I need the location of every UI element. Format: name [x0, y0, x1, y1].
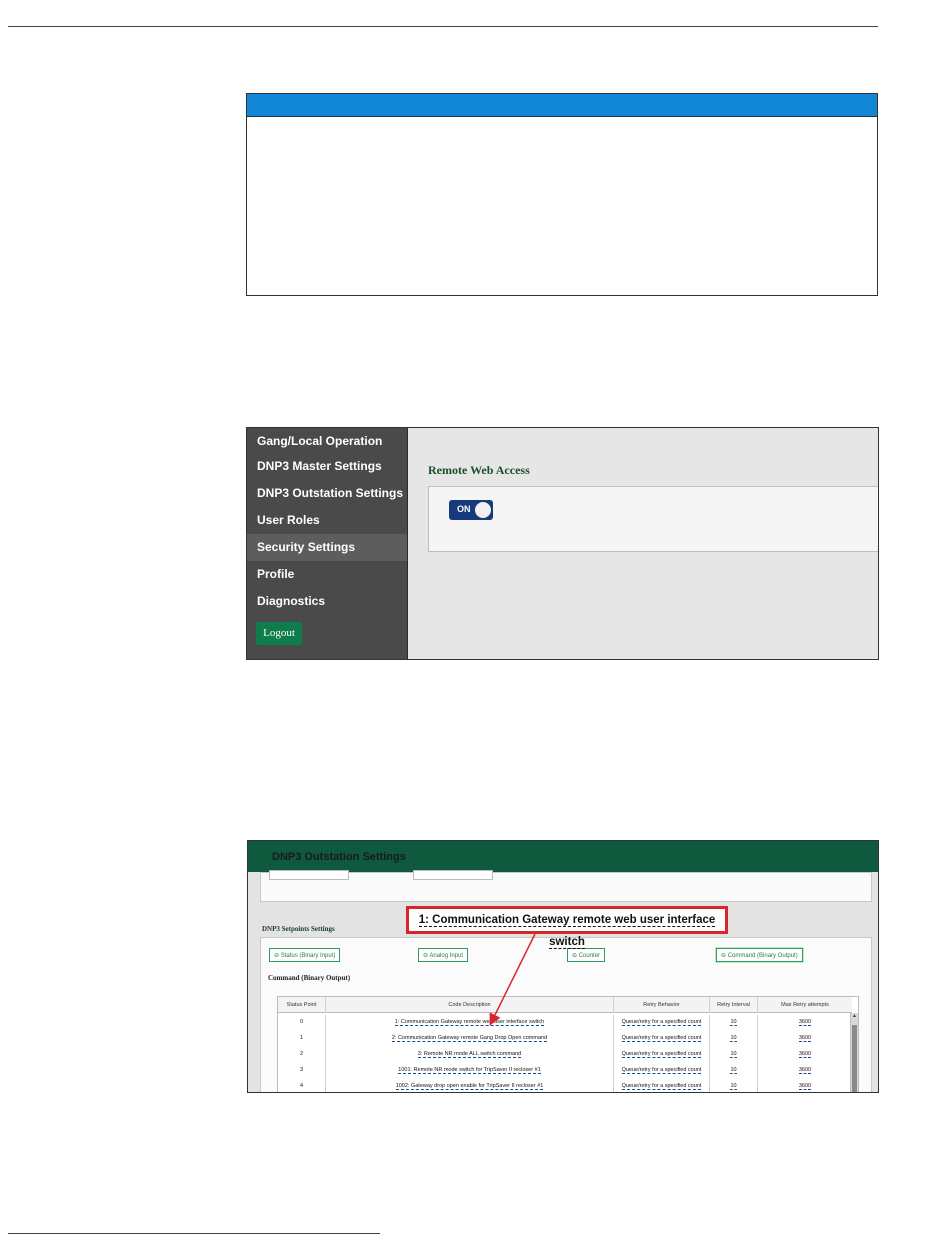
callout-box: 1: Communication Gateway remote web user… — [406, 906, 728, 949]
sidebar-item-diagnostics[interactable]: Diagnostics — [247, 588, 407, 615]
footer-rule — [8, 1233, 380, 1234]
sidebar-item-profile[interactable]: Profile — [247, 561, 407, 588]
note-header-bar — [247, 94, 877, 117]
sidebar-item-user-roles[interactable]: User Roles — [247, 507, 407, 534]
top-rule — [8, 26, 878, 27]
sidebar-item-gang-local-operation[interactable]: Gang/Local Operation — [247, 428, 407, 455]
sidebar-item-security-settings[interactable]: Security Settings — [247, 534, 407, 561]
callout-arrow — [489, 933, 536, 1026]
toggle-label: ON — [457, 504, 471, 514]
logout-button[interactable]: Logout — [256, 622, 302, 645]
toggle-knob — [475, 502, 491, 518]
note-box — [246, 93, 878, 296]
remote-web-access-title: Remote Web Access — [428, 463, 530, 477]
sidebar-item-dnp3-master-settings[interactable]: DNP3 Master Settings — [247, 453, 407, 480]
sidebar-item-dnp3-outstation-settings[interactable]: DNP3 Outstation Settings — [247, 480, 407, 507]
sidebar: Gang/Local Operation DNP3 Master Setting… — [247, 428, 408, 659]
dnp3-outstation-screenshot: DNP3 Outstation Settings DNP3 Setpoints … — [247, 840, 879, 1093]
remote-web-access-toggle[interactable]: ON — [449, 500, 493, 520]
security-settings-screenshot: Gang/Local Operation DNP3 Master Setting… — [246, 427, 879, 660]
remote-web-access-panel: ON — [428, 486, 878, 552]
